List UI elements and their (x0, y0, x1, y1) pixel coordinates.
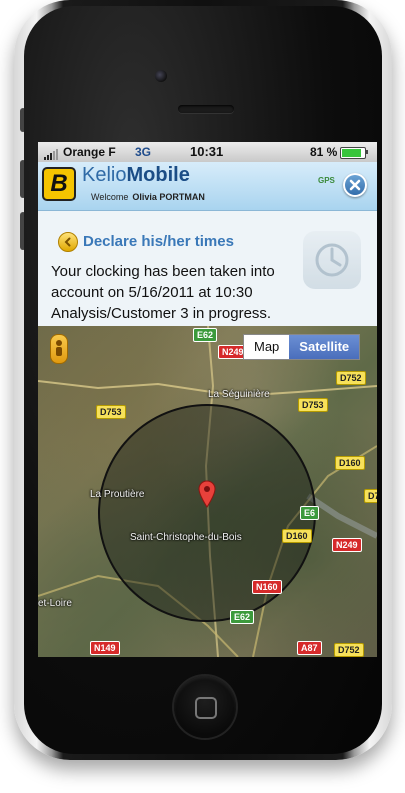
message-line: Your clocking has been taken into (51, 263, 275, 280)
front-camera (155, 70, 167, 82)
carrier-name: Orange F (63, 145, 116, 159)
battery-icon (340, 147, 366, 159)
battery-percent: 81 % (310, 145, 338, 159)
location-radius-circle (98, 404, 316, 622)
road-label: D160 (282, 529, 312, 543)
place-label: La Proutière (90, 489, 145, 500)
road-label: D160 (335, 456, 365, 470)
location-pin-icon[interactable] (198, 480, 216, 508)
battery-fill (342, 149, 362, 157)
close-button[interactable] (343, 173, 367, 197)
road-label: D752 (334, 643, 364, 657)
signal-icon (44, 149, 58, 160)
road-label: D7 (364, 489, 377, 503)
back-button[interactable] (58, 232, 78, 252)
place-label: Saint-Christophe-du-Bois (130, 532, 242, 543)
map-type-map-button[interactable]: Map (244, 335, 290, 359)
welcome-label: Welcome (91, 192, 129, 202)
declare-times-link[interactable]: Declare his/her times (83, 233, 234, 250)
road-label: E6 (300, 506, 320, 520)
gps-indicator: GPS (318, 176, 335, 185)
app-header: B KelioMobile Welcome Olivia PORTMAN GPS (38, 162, 377, 211)
clocking-message: Your clocking has been taken into accoun… (51, 261, 321, 324)
road-label: D753 (96, 405, 126, 419)
status-time: 10:31 (190, 144, 224, 159)
logo-letter: B (50, 170, 68, 197)
message-line: account on 5/16/2011 at 10:30 (51, 284, 253, 301)
user-name: Olivia PORTMAN (132, 192, 205, 202)
place-label: La Séguinière (208, 389, 270, 400)
home-button[interactable] (174, 676, 236, 738)
road-label: E62 (230, 610, 255, 624)
map-type-satellite-button[interactable]: Satellite (289, 335, 360, 359)
message-line: Analysis/Customer 3 in progress. (51, 305, 272, 322)
app-title: KelioMobile (82, 164, 190, 187)
road-label: N149 (90, 641, 120, 655)
network-type: 3G (135, 145, 152, 159)
road-label: D753 (298, 398, 328, 412)
battery-nub (366, 150, 368, 154)
status-bar: Orange F 3G 10:31 81 % (38, 142, 377, 162)
close-icon (349, 179, 361, 191)
screen: Orange F 3G 10:31 81 % B KelioMobile Wel… (38, 142, 377, 657)
chevron-left-icon (64, 237, 71, 247)
road-label: A87 (297, 641, 322, 655)
earpiece-speaker (178, 105, 234, 113)
app-title-bold: Mobile (126, 164, 190, 186)
road-label: N249 (332, 538, 362, 552)
satellite-map[interactable]: La Séguinière La Proutière Saint-Christo… (38, 326, 377, 657)
map-type-switch: Map Satellite (243, 334, 361, 360)
home-square-icon (195, 697, 217, 719)
welcome-text: Welcome Olivia PORTMAN (91, 192, 205, 202)
street-view-pegman-icon[interactable] (50, 334, 68, 364)
road-label: N160 (252, 580, 282, 594)
app-title-light: Kelio (82, 164, 127, 186)
place-label: et-Loire (38, 598, 72, 609)
content-panel: Declare his/her times Your clocking has … (38, 211, 377, 326)
road-label: E62 (193, 328, 218, 342)
app-logo: B (42, 167, 76, 201)
road-label: D752 (336, 371, 366, 385)
